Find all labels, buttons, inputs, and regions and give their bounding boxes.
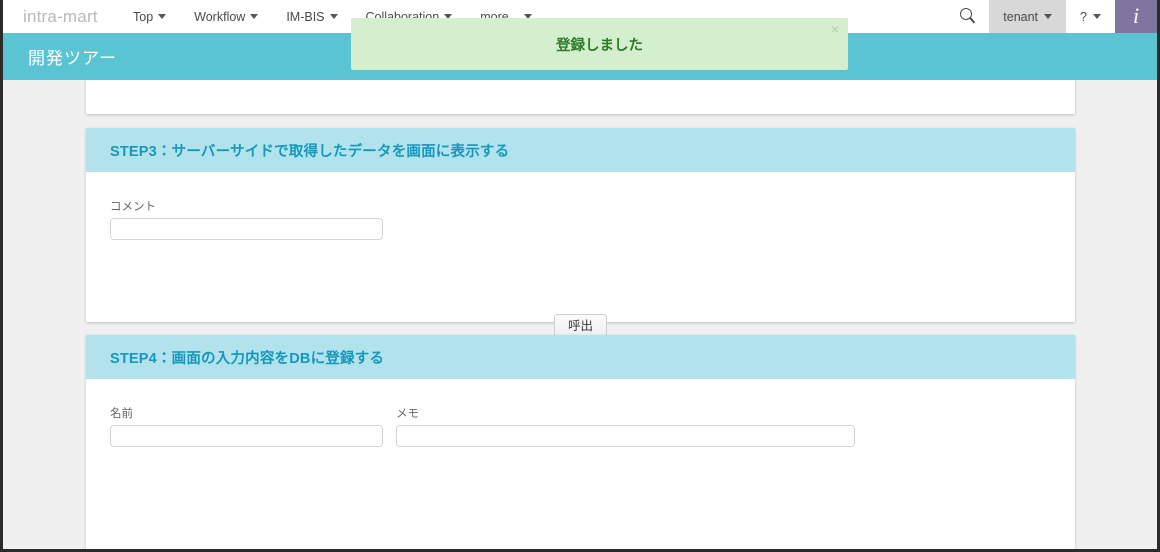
help-label: ? bbox=[1080, 9, 1087, 24]
field-name: 名前 bbox=[110, 405, 383, 447]
search-button[interactable] bbox=[947, 0, 989, 33]
menu-item-workflow[interactable]: Workflow bbox=[180, 0, 272, 33]
panel-step4-title: STEP4：画面の入力内容をDBに登録する bbox=[110, 350, 385, 367]
search-icon bbox=[959, 8, 977, 25]
chevron-down-icon bbox=[250, 14, 259, 19]
field-memo: メモ bbox=[396, 405, 855, 447]
menu-item-top[interactable]: Top bbox=[119, 0, 180, 33]
success-toast: 登録しました × bbox=[351, 18, 848, 70]
toast-message: 登録しました bbox=[556, 37, 643, 54]
panel-step4-header: STEP4：画面の入力内容をDBに登録する bbox=[86, 335, 1075, 379]
chevron-down-icon bbox=[1044, 14, 1053, 19]
memo-label: メモ bbox=[396, 408, 419, 420]
page-content: STEP3：サーバーサイドで取得したデータを画面に表示する コメント 呼出 ST… bbox=[3, 80, 1157, 549]
tenant-dropdown[interactable]: tenant bbox=[989, 0, 1067, 33]
close-icon[interactable]: × bbox=[831, 22, 839, 36]
panel-step3-header: STEP3：サーバーサイドで取得したデータを画面に表示する bbox=[86, 128, 1075, 172]
header-right-group: tenant ? i bbox=[947, 0, 1157, 33]
comment-label: コメント bbox=[110, 201, 156, 213]
tenant-label: tenant bbox=[1003, 9, 1039, 24]
brand-logo[interactable]: intra-mart bbox=[3, 0, 119, 33]
menu-item-label: Top bbox=[133, 9, 154, 24]
menu-item-label: Workflow bbox=[194, 9, 246, 24]
name-input[interactable] bbox=[110, 425, 383, 447]
panel-step3: STEP3：サーバーサイドで取得したデータを画面に表示する コメント 呼出 bbox=[86, 128, 1075, 339]
field-comment: コメント bbox=[110, 198, 383, 240]
panel-step4: STEP4：画面の入力内容をDBに登録する 名前 メモ 登録 bbox=[86, 335, 1075, 549]
panel-step3-title: STEP3：サーバーサイドで取得したデータを画面に表示する bbox=[110, 143, 510, 160]
chevron-down-icon bbox=[158, 14, 167, 19]
name-label: 名前 bbox=[110, 408, 133, 420]
panel-previous-step bbox=[86, 80, 1075, 114]
chevron-down-icon bbox=[329, 14, 338, 19]
comment-input[interactable] bbox=[110, 218, 383, 240]
menu-item-im-bis[interactable]: IM-BIS bbox=[272, 0, 351, 33]
memo-input[interactable] bbox=[396, 425, 855, 447]
menu-item-label: IM-BIS bbox=[286, 9, 325, 24]
page-title: 開発ツアー bbox=[28, 49, 117, 68]
help-dropdown[interactable]: ? bbox=[1066, 0, 1115, 33]
info-logo-icon: i bbox=[1132, 2, 1140, 28]
chevron-down-icon bbox=[1093, 14, 1101, 19]
intra-mart-logo-button[interactable]: i bbox=[1115, 0, 1157, 33]
